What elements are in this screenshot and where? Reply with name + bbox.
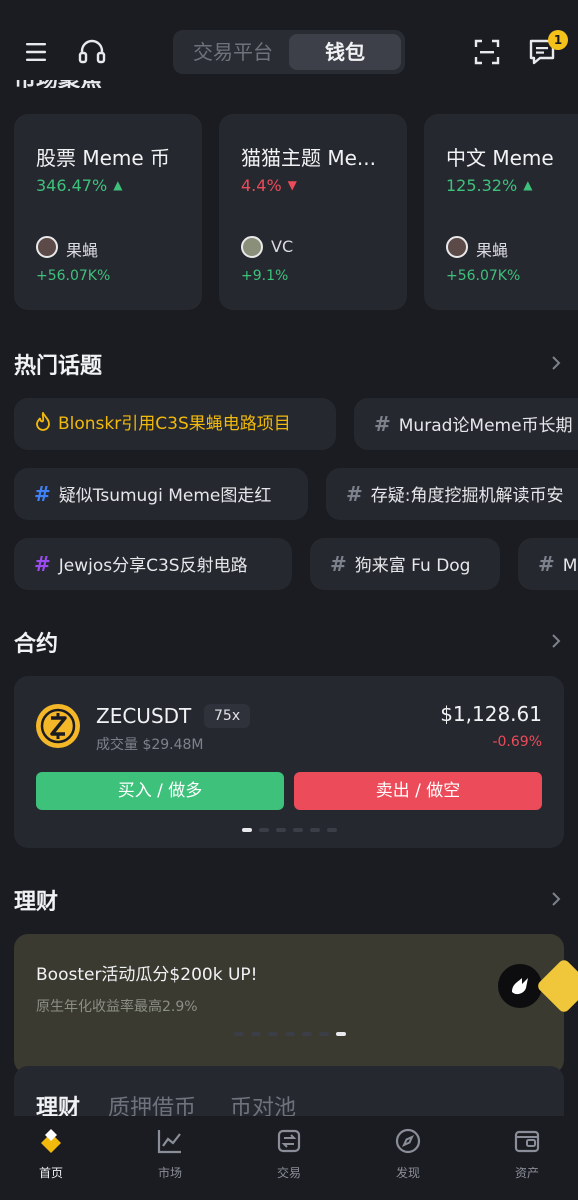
bottom-navigation: 首页 市场 交易 发现 资产 (0, 1116, 578, 1200)
card-title: 猫猫主题 Me... (241, 146, 376, 170)
nav-label: 资产 (514, 1166, 539, 1180)
contract-volume: 成交量 $29.48M (96, 737, 204, 753)
market-chart-icon (157, 1130, 181, 1154)
topic-chip[interactable]: Blonskr引用C3S果蝇电路项目 (14, 398, 336, 450)
avatar (241, 236, 263, 258)
market-card[interactable]: 猫猫主题 Me... 4.4% ▼ VC +9.1% (219, 114, 407, 310)
carousel-dot (293, 828, 303, 832)
carousel-dot (285, 1032, 295, 1036)
hashtag-icon: # (538, 552, 555, 576)
market-card[interactable]: 股票 Meme 币 346.47% ▲ 果蝇 +56.07K% (14, 114, 202, 310)
hashtag-icon: # (34, 482, 51, 506)
market-card[interactable]: 中文 Meme 125.32% ▲ 果蝇 +56.07K% (424, 114, 578, 310)
topic-chip[interactable]: # 狗来富 Fu Dog (310, 538, 500, 590)
card-author-gain: +9.1% (241, 268, 289, 284)
headset-icon[interactable] (76, 36, 108, 68)
chevron-right-icon[interactable] (551, 634, 561, 648)
nav-label: 交易 (276, 1166, 301, 1180)
carousel-dot (310, 828, 320, 832)
tab-exchange-platform[interactable]: 交易平台 (177, 34, 289, 70)
nav-assets[interactable]: 资产 (482, 1126, 572, 1181)
carousel-dot (327, 828, 337, 832)
card-author-gain: +56.07K% (36, 268, 111, 284)
nav-label: 首页 (38, 1166, 63, 1180)
chevron-right-icon[interactable] (551, 892, 561, 906)
carousel-dot (302, 1032, 312, 1036)
platform-segmented-control: 交易平台 钱包 (173, 30, 405, 74)
triangle-down-icon: ▼ (287, 178, 297, 192)
carousel-dot (276, 828, 286, 832)
trade-icon (277, 1129, 301, 1153)
notification-badge: 1 (548, 30, 568, 50)
tab-wallet[interactable]: 钱包 (289, 34, 401, 70)
hashtag-icon: # (330, 552, 347, 576)
avatar (446, 236, 468, 258)
chevron-right-icon[interactable] (551, 356, 561, 370)
carousel-indicator (242, 828, 338, 832)
sell-short-button[interactable]: 卖出 / 做空 (294, 772, 542, 810)
carousel-indicator (234, 1032, 346, 1036)
triangle-up-icon: ▲ (523, 178, 533, 192)
hashtag-icon: # (34, 552, 51, 576)
nav-market[interactable]: 市场 (125, 1126, 215, 1181)
scan-icon[interactable] (471, 36, 503, 68)
contract-card[interactable]: ZECUSDT 75x 成交量 $29.48M $1,128.61 -0.69%… (14, 676, 564, 848)
nav-home[interactable]: 首页 (6, 1126, 96, 1181)
topic-chip[interactable]: # 疑似Tsumugi Meme图走红 (14, 468, 308, 520)
card-author: 果蝇 (66, 241, 99, 260)
card-title: 股票 Meme 币 (36, 146, 171, 170)
card-change: 4.4% ▼ (241, 176, 297, 195)
home-icon (41, 1129, 61, 1153)
finance-title: 理财 (14, 890, 59, 915)
avatar (36, 236, 58, 258)
triangle-up-icon: ▲ (113, 178, 123, 192)
carousel-dot (319, 1032, 329, 1036)
top-bar: 交易平台 钱包 1 (0, 0, 578, 80)
topic-chip[interactable]: # Jewjos分享C3S反射电路 (14, 538, 292, 590)
banner-subtitle: 原生年化收益率最高2.9% (36, 999, 198, 1015)
carousel-dot (336, 1032, 346, 1036)
carousel-dot (242, 828, 252, 832)
nav-label: 发现 (395, 1166, 420, 1180)
contract-change: -0.69% (492, 734, 542, 750)
topic-chip[interactable]: # 存疑:角度挖掘机解读币安 (326, 468, 578, 520)
contracts-title: 合约 (14, 632, 59, 657)
hot-topics-title: 热门话题 (14, 354, 103, 379)
discover-icon (395, 1128, 421, 1154)
carousel-dot (251, 1032, 261, 1036)
zcash-coin-icon (36, 704, 80, 748)
nav-discover[interactable]: 发现 (363, 1126, 453, 1181)
buy-long-button[interactable]: 买入 / 做多 (36, 772, 284, 810)
menu-icon[interactable] (22, 36, 54, 68)
topic-chip[interactable]: # Murad论Meme币长期 (354, 398, 578, 450)
card-author: 果蝇 (476, 241, 509, 260)
contract-price: $1,128.61 (440, 702, 542, 726)
card-author-gain: +56.07K% (446, 268, 521, 284)
card-author: VC (271, 237, 294, 256)
booster-banner[interactable]: Booster活动瓜分$200k UP! 原生年化收益率最高2.9% (14, 934, 564, 1074)
leverage-badge: 75x (204, 704, 251, 728)
fire-icon (36, 412, 50, 431)
hashtag-icon: # (346, 482, 363, 506)
banner-title: Booster活动瓜分$200k UP! (36, 965, 258, 985)
contract-pair: ZECUSDT (96, 704, 192, 728)
booster-logo-icon (498, 964, 542, 1008)
carousel-dot (268, 1032, 278, 1036)
topic-chip[interactable]: # M (518, 538, 578, 590)
card-change: 125.32% ▲ (446, 176, 533, 195)
carousel-dot (259, 828, 269, 832)
card-title: 中文 Meme (446, 146, 554, 170)
carousel-dot (234, 1032, 244, 1036)
nav-trade[interactable]: 交易 (244, 1126, 334, 1181)
nav-label: 市场 (157, 1166, 182, 1180)
wallet-icon (514, 1130, 540, 1153)
hashtag-icon: # (374, 412, 391, 436)
card-change: 346.47% ▲ (36, 176, 123, 195)
